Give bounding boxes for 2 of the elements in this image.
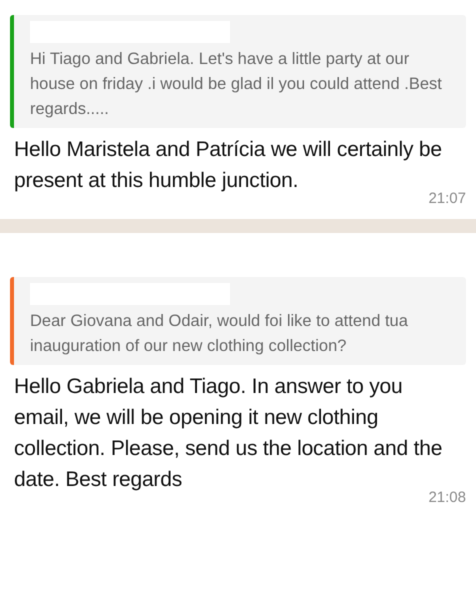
quoted-text: Hi Tiago and Gabriela. Let's have a little party at our house on friday .i would be glad il you could attend .Best regards.....: [30, 49, 443, 120]
quoted-text: Dear Giovana and Odair, would foi like to attend tua inauguration of our new clothing collection?: [30, 310, 409, 356]
